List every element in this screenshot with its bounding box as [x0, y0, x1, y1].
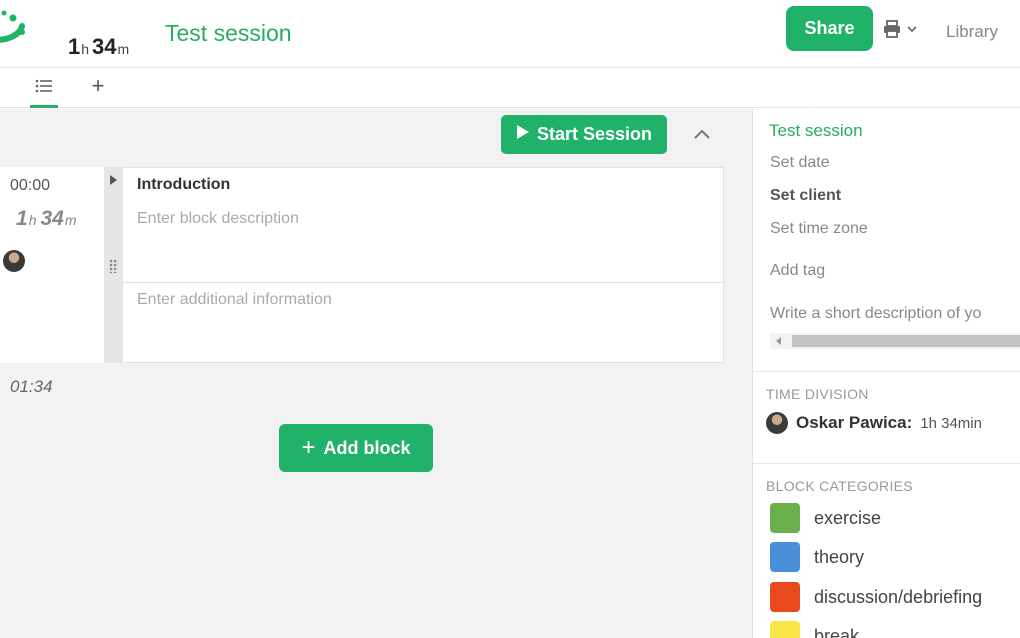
add-tab-button[interactable]: + — [88, 74, 108, 98]
category-color-swatch — [770, 542, 800, 572]
time-division-heading: TIME DIVISION — [766, 386, 869, 402]
block-duration[interactable]: 1h 34m — [16, 207, 81, 231]
block-assignee-avatar[interactable] — [3, 250, 25, 272]
block-gutter — [104, 167, 122, 363]
category-color-swatch — [770, 621, 800, 638]
set-date-field[interactable]: Set date — [770, 154, 830, 172]
session-details-panel: Test session Set date Set client Set tim… — [752, 109, 1020, 638]
agenda-area: Start Session 00:00 1h 34m Introduction E… — [0, 109, 752, 638]
session-title[interactable]: Test session — [165, 20, 292, 47]
block-additional-info-field[interactable]: Enter additional information — [137, 291, 332, 309]
description-scrollbar[interactable] — [770, 333, 1020, 349]
category-label: theory — [814, 546, 865, 567]
panel-divider — [753, 371, 1020, 372]
library-link[interactable]: Library — [946, 22, 998, 42]
category-item[interactable]: exercise — [770, 503, 881, 533]
block-start-time: 00:00 — [10, 177, 51, 194]
expand-triangle-icon[interactable] — [110, 175, 117, 185]
drag-handle-icon[interactable] — [109, 259, 118, 273]
block-title[interactable]: Introduction — [137, 176, 230, 194]
session-end-time: 01:34 — [10, 377, 53, 396]
category-color-swatch — [770, 503, 800, 533]
category-label: discussion/debriefing — [814, 586, 983, 607]
share-button[interactable]: Share — [786, 6, 873, 51]
top-bar: 1h 34m Test session Share Library — [0, 0, 1020, 68]
block-duration-hours: 1 — [16, 207, 28, 230]
category-label: exercise — [814, 507, 882, 528]
duration-minutes: 34 — [92, 34, 117, 59]
start-session-label: Start Session — [536, 124, 653, 144]
printer-icon — [882, 19, 902, 44]
category-item[interactable]: break — [770, 621, 859, 638]
start-session-button[interactable]: Start Session — [501, 115, 667, 154]
block-duration-hours-unit: h — [28, 212, 37, 228]
block-timing: 00:00 1h 34m — [0, 167, 104, 363]
panel-session-title[interactable]: Test session — [769, 121, 863, 141]
plus-icon: + — [301, 434, 316, 461]
duration-hours: 1 — [68, 34, 81, 59]
block-description-field[interactable]: Enter block description — [137, 210, 299, 228]
category-color-swatch — [770, 582, 800, 612]
list-icon — [35, 78, 53, 105]
block-duration-minutes-unit: m — [64, 212, 77, 228]
category-item[interactable]: theory — [770, 542, 864, 572]
block-categories-heading: BLOCK CATEGORIES — [766, 478, 913, 494]
block-duration-minutes: 34 — [40, 207, 64, 230]
set-client-field[interactable]: Set client — [770, 187, 841, 205]
add-block-label: Add block — [323, 437, 411, 458]
time-division-row: Oskar Pawica: 1h 34min — [766, 412, 982, 434]
category-item[interactable]: discussion/debriefing — [770, 582, 982, 612]
chevron-up-icon — [690, 129, 714, 149]
app-logo-icon[interactable] — [0, 6, 30, 52]
description-field[interactable]: Write a short description of yo — [770, 305, 981, 323]
add-tag-field[interactable]: Add tag — [770, 262, 825, 280]
chevron-down-icon — [906, 22, 918, 40]
block-divider — [123, 282, 723, 283]
print-menu-button[interactable] — [882, 19, 928, 43]
session-duration: 1h 34m — [68, 34, 132, 60]
block-card: Introduction Enter block description Ent… — [122, 167, 724, 363]
view-tabs: + — [0, 68, 1020, 108]
duration-minutes-unit: m — [117, 41, 130, 57]
add-block-button[interactable]: + Add block — [279, 424, 433, 472]
scrollbar-thumb[interactable] — [792, 335, 1020, 347]
category-label: break — [814, 625, 860, 638]
user-name: Oskar Pawica: — [796, 413, 913, 432]
collapse-button[interactable] — [690, 123, 714, 145]
user-time: 1h 34min — [920, 414, 982, 432]
play-icon — [516, 124, 530, 145]
duration-hours-unit: h — [81, 41, 90, 57]
user-avatar — [766, 412, 788, 434]
tab-list-view[interactable] — [30, 76, 58, 108]
set-time-zone-field[interactable]: Set time zone — [770, 220, 868, 238]
scroll-left-icon[interactable] — [776, 337, 781, 345]
panel-divider — [753, 463, 1020, 464]
